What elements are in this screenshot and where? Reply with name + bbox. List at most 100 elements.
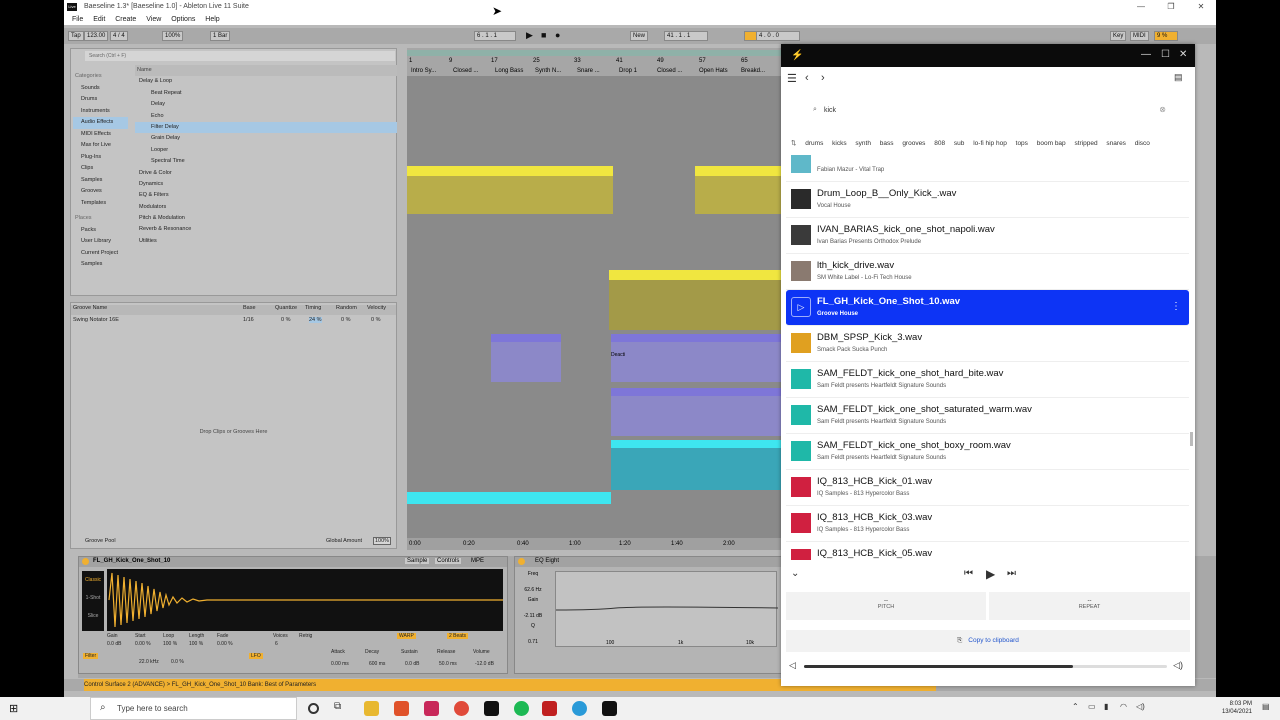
tree-item[interactable]: Delay — [135, 99, 397, 110]
release-value[interactable]: 50.0 ms — [439, 661, 457, 667]
splice-icon[interactable] — [602, 701, 617, 716]
next-icon[interactable]: ⏭ — [1007, 568, 1016, 579]
sample-pack-name[interactable]: Smack Pack Sucka Punch — [817, 347, 887, 353]
tag[interactable]: bass — [880, 137, 894, 151]
tag[interactable]: synth — [855, 137, 871, 151]
category-templates[interactable]: Templates — [73, 198, 128, 210]
pitch-control[interactable]: -- PITCH — [786, 592, 986, 620]
tree-folder[interactable]: Dynamics — [135, 179, 397, 190]
locator[interactable]: Synth N... — [535, 68, 561, 74]
groove-row-random[interactable]: 0 % — [341, 317, 350, 323]
warp-button[interactable]: WARP — [397, 633, 416, 639]
tree-folder[interactable]: Modulators — [135, 202, 397, 213]
midi-map-button[interactable]: MIDI — [1130, 31, 1149, 41]
tag[interactable]: disco — [1135, 137, 1150, 151]
sample-pack-name[interactable]: SM White Label - Lo-Fi Tech House — [817, 275, 912, 281]
tree-item[interactable]: Spectral Time — [135, 156, 397, 167]
splice-search[interactable]: ⌕ kick ⊗ — [808, 104, 1172, 119]
taskbar-search[interactable]: ⌕ Type here to search — [90, 697, 297, 720]
tag[interactable]: lo-fi hip hop — [973, 137, 1007, 151]
clip-purple[interactable] — [611, 388, 781, 436]
forward-icon[interactable]: › — [821, 72, 825, 84]
locator[interactable]: Long Bass — [495, 68, 523, 74]
locator[interactable]: Closed ... — [657, 68, 682, 74]
tab-sample[interactable]: Sample — [405, 558, 430, 564]
sample-row[interactable]: SAM_FELDT_kick_one_shot_saturated_warm.w… — [786, 398, 1189, 434]
groove-pool-label[interactable]: Groove Pool — [85, 538, 116, 544]
time-signature[interactable]: 4 / 4 — [110, 31, 128, 41]
play-icon[interactable]: ▷ — [791, 297, 811, 317]
sample-row[interactable]: lth_kick_drive.wav SM White Label - Lo-Fi… — [786, 254, 1189, 290]
groove-row[interactable]: Swing Notator 16E 1/16 0 % 24 % 0 % 0 % — [71, 317, 396, 326]
locator[interactable]: Intro Sy... — [411, 68, 436, 74]
sustain-value[interactable]: 0.0 dB — [405, 661, 419, 667]
sample-name[interactable]: IQ_813_HCB_Kick_01.wav — [817, 476, 932, 487]
tag[interactable]: snares — [1106, 137, 1126, 151]
tree-folder[interactable]: Delay & Loop — [135, 76, 397, 87]
cortana-icon[interactable] — [308, 703, 319, 714]
sample-row[interactable]: SAM_FELDT_kick_one_shot_hard_bite.wav Sam… — [786, 362, 1189, 398]
sample-pack-name[interactable]: Sam Feldt presents Heartfeldt Signature … — [817, 383, 946, 389]
sample-name[interactable]: SAM_FELDT_kick_one_shot_hard_bite.wav — [817, 368, 1003, 379]
menu-create[interactable]: Create — [115, 16, 136, 23]
sample-pack-name[interactable]: Vocal House — [817, 203, 851, 209]
search-input[interactable]: kick — [824, 107, 836, 114]
sample-pack-name[interactable]: Ivan Barias Presents Orthodox Prelude — [817, 239, 921, 245]
tap-button[interactable]: Tap — [68, 31, 84, 41]
locator[interactable]: Breakd... — [741, 68, 765, 74]
notification-icon[interactable]: ▤ — [1262, 702, 1270, 711]
menu-file[interactable]: File — [72, 16, 83, 23]
tree-item[interactable]: Looper — [135, 145, 397, 156]
mode-one-shot[interactable]: 1-Shot — [82, 595, 104, 601]
tree-folder[interactable]: Drive & Color — [135, 168, 397, 179]
app-icon[interactable] — [542, 701, 557, 716]
sample-pack-name[interactable]: IQ Samples - 813 Hypercolor Bass — [817, 527, 909, 533]
decay-value[interactable]: 600 ms — [369, 661, 385, 667]
sample-row-selected[interactable]: ▷ FL_GH_Kick_One_Shot_10.wav Groove House ⋮ — [786, 290, 1189, 326]
beats-field[interactable]: 2 Beats — [447, 633, 468, 639]
volume-icon[interactable]: ◁) — [1136, 702, 1145, 711]
tag[interactable]: boom bap — [1037, 137, 1066, 151]
sample-row[interactable]: Fabian Mazur - Vital Trap — [786, 155, 1189, 182]
attack-value[interactable]: 0.00 ms — [331, 661, 349, 667]
mode-slice[interactable]: Slice — [82, 613, 104, 619]
device-on-icon[interactable] — [518, 558, 525, 565]
windows-start-icon[interactable]: ⊞ — [9, 702, 18, 715]
menu-help[interactable]: Help — [205, 16, 219, 23]
play-icon[interactable]: ▶ — [986, 567, 995, 581]
tag[interactable]: grooves — [902, 137, 925, 151]
eq-q-value[interactable]: 0.71 — [519, 639, 547, 645]
clip-purple[interactable] — [653, 334, 781, 382]
new-button[interactable]: New — [630, 31, 649, 41]
previous-icon[interactable]: ⏮ — [964, 568, 973, 579]
sample-pack-name[interactable]: Fabian Mazur - Vital Trap — [817, 167, 884, 173]
fade-value[interactable]: 0.00 % — [217, 641, 233, 647]
sample-name[interactable]: FL_GH_Kick_One_Shot_10.wav — [817, 296, 960, 307]
position-field[interactable]: 6 . 1 . 1 — [474, 31, 516, 41]
more-options-icon[interactable]: ⋮ — [1171, 301, 1181, 312]
task-view-icon[interactable]: ⧉ — [334, 701, 349, 716]
place-samples[interactable]: Samples — [73, 259, 128, 271]
ableton-icon[interactable] — [484, 701, 499, 716]
clip-deactivated[interactable]: Deacti — [611, 334, 653, 382]
tag[interactable]: drums — [805, 137, 823, 151]
sample-name[interactable]: IQ_813_HCB_Kick_03.wav — [817, 512, 932, 523]
sample-name[interactable]: IVAN_BARIAS_kick_one_shot_napoli.wav — [817, 224, 995, 235]
notifications-icon[interactable]: ▤ — [1174, 72, 1183, 83]
freq-value[interactable]: 22.0 kHz — [139, 659, 159, 665]
volume-slider[interactable] — [804, 665, 1167, 668]
tree-item-selected[interactable]: Filter Delay — [135, 121, 397, 134]
sample-pack-name[interactable]: Sam Feldt presents Heartfeldt Signature … — [817, 419, 946, 425]
tree-folder[interactable]: Utilities — [135, 236, 397, 247]
sample-pack-name[interactable]: IQ Samples - 813 Hypercolor Bass — [817, 491, 909, 497]
start-value[interactable]: 0.00 % — [135, 641, 151, 647]
browser-search[interactable]: Search (Ctrl + F) — [85, 51, 395, 61]
app-icon[interactable] — [394, 701, 409, 716]
sample-waveform[interactable] — [107, 569, 503, 631]
minimize-icon[interactable]: — — [1141, 49, 1151, 60]
arrangement-ruler[interactable]: Intro Sy... Closed ... Long Bass Synth N… — [407, 48, 781, 76]
category-clips[interactable]: Clips — [73, 163, 128, 175]
loop-start-field[interactable]: 41 . 1 . 1 — [664, 31, 708, 41]
record-icon[interactable]: ● — [555, 30, 560, 40]
locator[interactable]: Open Hats — [699, 68, 728, 74]
